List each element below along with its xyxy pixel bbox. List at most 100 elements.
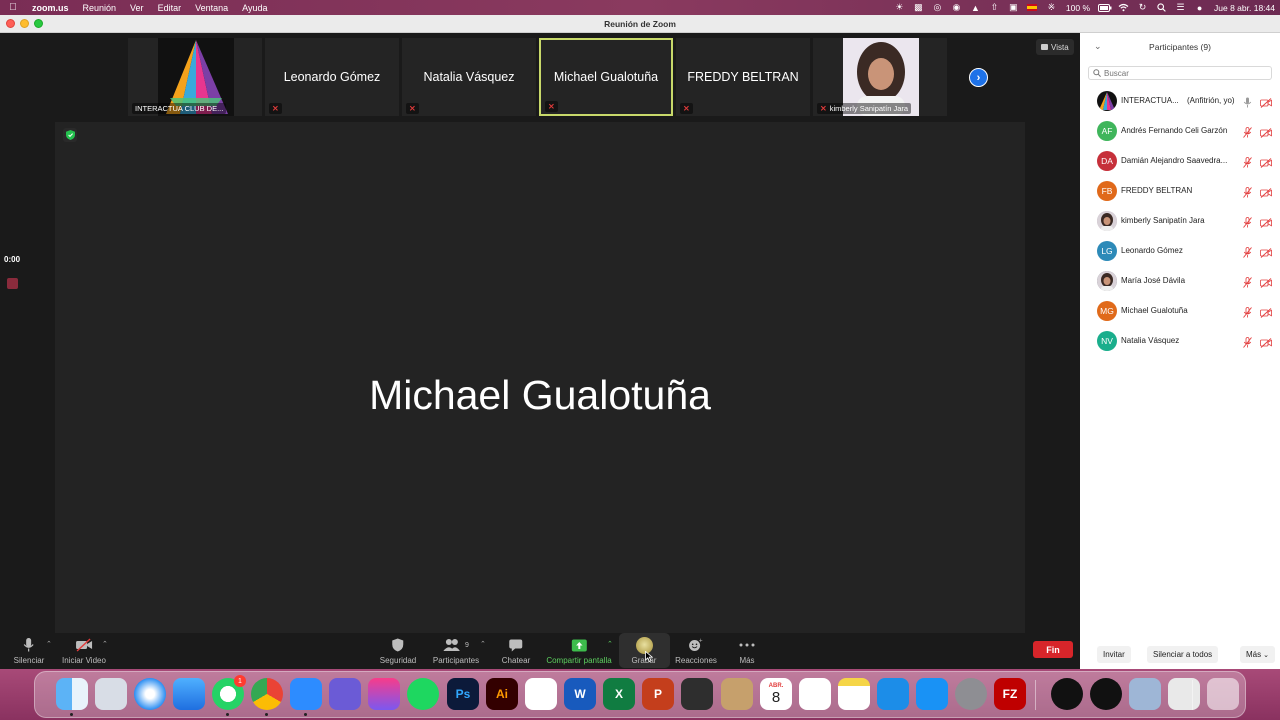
mail-icon[interactable] [173,678,205,710]
spotify-icon[interactable] [407,678,439,710]
share-options-caret[interactable]: ⌃ [607,640,613,648]
fullscreen-window-button[interactable] [34,19,43,28]
participant-search[interactable] [1088,66,1272,80]
trash-icon[interactable] [1207,678,1239,710]
participant-row[interactable]: INTERACTUA... (Anfitrión, yo) [1080,86,1280,116]
logitech-g-icon[interactable] [1051,678,1083,710]
video-tile-freddy[interactable]: FREDDY BELTRAN ⨯ [676,38,810,116]
display-icon[interactable]: ▣ [1004,0,1023,15]
logitech-g-hub-icon[interactable] [1090,678,1122,710]
video-off-icon[interactable] [1260,125,1272,143]
share-screen-button[interactable]: Compartir pantalla [546,636,612,665]
battery-percent[interactable]: 100 % [1061,3,1095,13]
video-off-icon[interactable] [1260,155,1272,173]
next-page-button[interactable]: › [969,68,988,87]
participant-row[interactable]: LG Leonardo Gómez [1080,236,1280,266]
video-tile-kimberly[interactable]: ⨯ kimberly Sanipatín Jara [813,38,947,116]
video-off-icon[interactable] [1260,335,1272,353]
start-video-button[interactable]: Iniciar Video [62,636,106,665]
filezilla-icon[interactable]: FZ [994,678,1026,710]
menu-editar[interactable]: Editar [152,3,190,13]
flag-es-icon[interactable] [1023,0,1042,15]
calendar-icon[interactable]: ABR. 8 [760,678,792,710]
muted-mic-icon[interactable] [1243,215,1252,233]
reminders-icon[interactable] [799,678,831,710]
participant-row[interactable]: AF Andrés Fernando Celi Garzón [1080,116,1280,146]
muted-mic-icon[interactable] [1243,185,1252,203]
participants-options-caret[interactable]: ⌃ [480,640,486,648]
muted-mic-icon[interactable] [1243,335,1252,353]
safari-icon[interactable] [134,678,166,710]
video-off-icon[interactable] [1260,185,1272,203]
calculator-icon[interactable] [681,678,713,710]
apple-menu-icon[interactable]:  [0,2,26,13]
contacts-icon[interactable] [721,678,753,710]
chat-button[interactable]: Chatear [502,636,530,665]
participant-row[interactable]: kimberly Sanipatín Jara [1080,206,1280,236]
photoshop-icon[interactable]: Ps [447,678,479,710]
panel-more-button[interactable]: Más ⌄ [1240,646,1275,663]
participant-row[interactable]: NV Natalia Vásquez [1080,326,1280,356]
logitech-icon[interactable]: ◉ [947,0,966,15]
time-machine-icon[interactable]: ↻ [1133,0,1152,15]
upload-icon[interactable]: ⇧ [985,0,1004,15]
powerpoint-icon[interactable]: P [642,678,674,710]
audio-options-caret[interactable]: ⌃ [46,640,52,648]
muted-mic-icon[interactable] [1243,125,1252,143]
stop-recording-button[interactable] [7,278,18,289]
menu-ver[interactable]: Ver [124,3,152,13]
excel-icon[interactable]: X [603,678,635,710]
system-preferences-icon[interactable] [955,678,987,710]
participant-row[interactable]: DA Damián Alejandro Saavedra... [1080,146,1280,176]
app-store-icon[interactable] [916,678,948,710]
spotlight-search-icon[interactable] [1152,0,1171,15]
control-center-icon[interactable]: ☰ [1171,0,1190,15]
video-off-icon[interactable] [1260,305,1272,323]
muted-mic-icon[interactable] [1243,245,1252,263]
muted-mic-icon[interactable] [1243,275,1252,293]
muted-mic-icon[interactable] [1243,305,1252,323]
video-options-caret[interactable]: ⌃ [102,640,108,648]
wifi-icon[interactable] [1114,0,1133,15]
minimize-window-button[interactable] [20,19,29,28]
invite-button[interactable]: Invitar [1097,646,1131,663]
video-tile-leonardo[interactable]: Leonardo Gómez ⨯ [265,38,399,116]
drive-icon[interactable]: ▲ [966,0,985,15]
video-off-icon[interactable] [1260,245,1272,263]
mute-all-button[interactable]: Silenciar a todos [1147,646,1219,663]
clock[interactable]: Jue 8 abr. 18:44 [1209,3,1280,13]
app-sparkle-icon[interactable] [329,678,361,710]
microphone-icon[interactable] [1243,95,1252,113]
launchpad-icon[interactable] [95,678,127,710]
participant-row[interactable]: María José Dávila [1080,266,1280,296]
chrome-icon[interactable] [251,678,283,710]
menu-reunion[interactable]: Reunión [77,3,125,13]
zoom-status-icon[interactable]: ▩ [909,0,928,15]
menu-app-zoom[interactable]: zoom.us [26,3,77,13]
menu-ayuda[interactable]: Ayuda [236,3,275,13]
mute-button[interactable]: Silenciar [14,636,44,665]
battery-icon[interactable] [1095,0,1114,15]
video-tile-interactua[interactable]: INTERACTUA CLUB DE... [128,38,262,116]
clickup-icon[interactable] [368,678,400,710]
security-button[interactable]: Seguridad [380,636,416,665]
finder-icon[interactable] [56,678,88,710]
siri-icon[interactable]: ● [1190,0,1209,15]
participant-row[interactable]: MG Michael Gualotuña [1080,296,1280,326]
menu-ventana[interactable]: Ventana [189,3,236,13]
video-off-icon[interactable] [1260,215,1272,233]
keynote-icon[interactable] [877,678,909,710]
preview-icon[interactable] [1129,678,1161,710]
bluetooth-icon[interactable]: ※ [1042,0,1061,15]
video-off-icon[interactable] [1260,275,1272,293]
video-tile-natalia[interactable]: Natalia Vásquez ⨯ [402,38,536,116]
video-tile-michael[interactable]: Michael Gualotuña ⨯ [539,38,673,116]
notes-icon[interactable] [838,678,870,710]
more-button[interactable]: Más [739,636,755,665]
reactions-button[interactable]: + Reacciones [675,636,717,665]
participants-button[interactable]: 9 Participantes [433,636,479,665]
close-window-button[interactable] [6,19,15,28]
search-input[interactable] [1104,68,1264,78]
creative-cloud-icon[interactable]: ◎ [928,0,947,15]
brightness-icon[interactable]: ☀ [890,0,909,15]
